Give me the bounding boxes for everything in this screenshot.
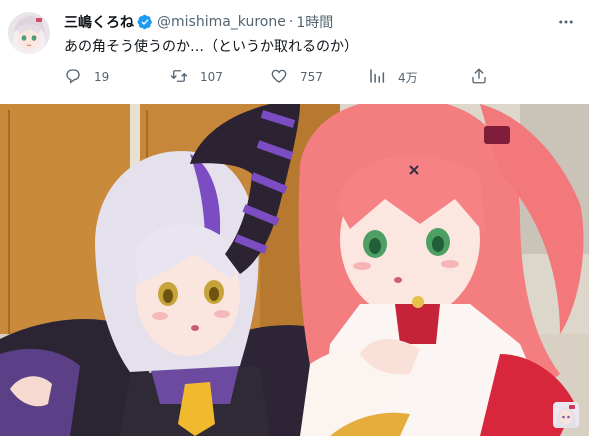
heart-icon — [270, 67, 288, 88]
reply-button[interactable]: 19 — [64, 64, 109, 90]
retweet-icon — [170, 67, 188, 88]
like-button[interactable]: 757 — [270, 64, 323, 90]
verified-badge-icon — [137, 14, 153, 30]
reply-icon — [64, 67, 82, 88]
views-button[interactable]: 4万 — [368, 64, 418, 90]
retweet-count: 107 — [200, 70, 223, 84]
tweet-header: 三嶋くろね @mishima_kurone · 1時間 — [64, 12, 333, 32]
action-bar: 19 107 757 4万 — [64, 64, 494, 90]
tweet-text: あの角そう使うのか…（というか取れるのか） — [64, 39, 358, 55]
analytics-icon — [368, 67, 386, 88]
tweet-media-image[interactable] — [0, 104, 589, 436]
corner-avatar-thumbnail — [553, 402, 579, 428]
user-handle[interactable]: @mishima_kurone — [157, 14, 286, 30]
timestamp[interactable]: 1時間 — [296, 12, 333, 32]
reply-count: 19 — [94, 70, 110, 84]
share-icon — [470, 67, 488, 88]
display-name[interactable]: 三嶋くろね — [64, 12, 134, 32]
views-count: 4万 — [398, 70, 418, 85]
avatar[interactable] — [8, 12, 50, 54]
like-count: 757 — [300, 70, 323, 84]
tweet[interactable]: 三嶋くろね @mishima_kurone · 1時間 あの角そう使うのか…（と… — [0, 0, 589, 436]
share-button[interactable] — [470, 64, 488, 90]
more-dots-icon[interactable] — [555, 12, 577, 32]
separator-dot: · — [288, 14, 294, 30]
retweet-button[interactable]: 107 — [170, 64, 223, 90]
